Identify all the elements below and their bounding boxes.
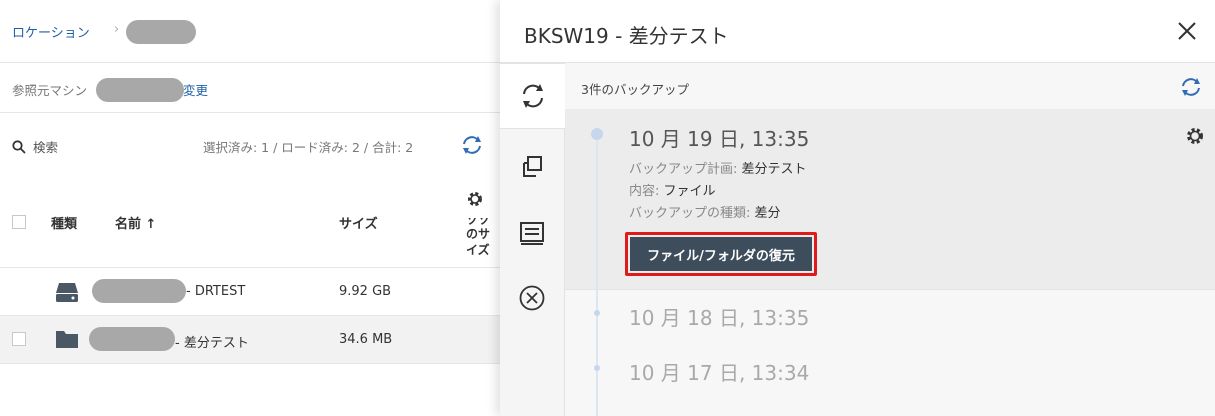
divider — [0, 267, 500, 268]
row-checkbox[interactable] — [12, 332, 26, 346]
backup-content: 内容: ファイル — [629, 184, 716, 199]
recovery-icon — [522, 84, 543, 108]
backup-date[interactable]: 10 月 17 日, 13:34 — [629, 357, 809, 386]
source-machine-label: 参照元マシン — [12, 83, 88, 98]
delete-icon — [519, 285, 545, 311]
timeline-dot — [594, 310, 600, 316]
divider — [565, 289, 1215, 290]
column-header-extra[interactable]: ソソ のサ イズ — [466, 218, 490, 258]
timeline-dot — [591, 128, 603, 140]
location-browser: ロケーション › 参照元マシン 変更 検索 選択済み: 1 / ロード済み: 2… — [0, 0, 500, 416]
panel-title: BKSW19 - 差分テスト — [524, 24, 729, 48]
redacted-item-name — [89, 327, 175, 351]
redacted-item-name — [92, 279, 186, 303]
selection-counts: 選択済み: 1 / ロード済み: 2 / 合計: 2 — [203, 140, 414, 155]
breadcrumb-root[interactable]: ロケーション — [12, 22, 90, 41]
search-box[interactable]: 検索 — [12, 137, 58, 156]
row-size: 9.92 GB — [339, 284, 392, 299]
redacted-breadcrumb — [126, 20, 196, 44]
divider — [0, 62, 500, 63]
backup-date[interactable]: 10 月 18 日, 13:35 — [629, 302, 809, 331]
backup-plan: バックアップ計画: 差分テスト — [629, 162, 807, 177]
restore-files-folders-button[interactable]: ファイル/フォルダの復元 — [630, 237, 812, 271]
timeline-line — [596, 135, 598, 416]
vertical-tabs — [500, 63, 565, 416]
divider — [0, 363, 500, 364]
timeline-dot — [594, 365, 600, 371]
change-link[interactable]: 変更 — [183, 80, 208, 99]
column-header-type[interactable]: 種類 — [51, 213, 77, 232]
column-settings-gear-icon[interactable] — [466, 190, 484, 208]
row-name-suffix: - DRTEST — [186, 284, 246, 299]
tab-copy[interactable] — [500, 135, 564, 199]
divider — [500, 62, 1215, 63]
select-all-checkbox[interactable] — [12, 215, 26, 229]
search-icon — [12, 139, 26, 153]
tab-delete[interactable] — [500, 266, 564, 330]
breadcrumb-separator: › — [114, 22, 120, 37]
tab-details[interactable] — [500, 201, 564, 265]
folder-icon — [56, 331, 78, 348]
backup-type: バックアップの種類: 差分 — [629, 206, 781, 221]
copy-icon — [523, 156, 542, 177]
divider — [0, 112, 500, 113]
refresh-icon[interactable] — [460, 134, 484, 156]
column-header-name[interactable]: 名前 ↑ — [115, 213, 156, 232]
backup-date: 10 月 19 日, 13:35 — [629, 127, 810, 151]
row-size: 34.6 MB — [339, 332, 393, 347]
backup-settings-gear-icon[interactable] — [1185, 126, 1205, 146]
close-icon[interactable] — [1176, 20, 1198, 42]
column-header-size[interactable]: サイズ — [339, 213, 378, 232]
row-name-suffix: - 差分テスト — [175, 336, 249, 351]
redacted-machine-name — [96, 78, 184, 102]
refresh-icon[interactable] — [1179, 76, 1203, 98]
search-label: 検索 — [33, 140, 59, 155]
drive-icon — [56, 283, 78, 302]
backup-list: 3件のバックアップ 10 月 19 日, 13:35 バックアップ計画: 差分テ… — [565, 63, 1215, 416]
backup-count: 3件のバックアップ — [581, 82, 689, 97]
tab-recovery[interactable] — [500, 63, 565, 129]
details-icon — [520, 222, 544, 245]
